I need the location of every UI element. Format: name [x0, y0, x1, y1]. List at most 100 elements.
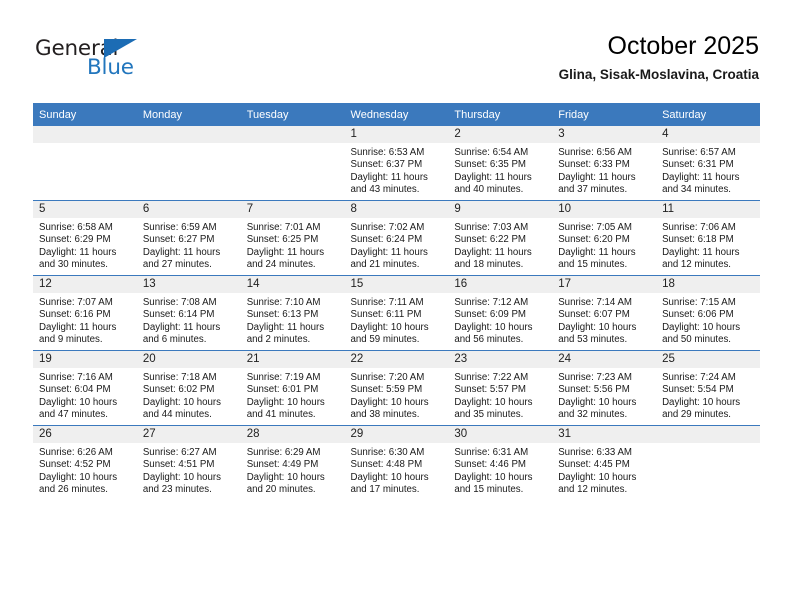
- daylight-text-line1: Daylight: 11 hours: [662, 171, 740, 183]
- day-cell[interactable]: 31 Sunrise: 6:33 AM Sunset: 4:45 PM Dayl…: [552, 425, 657, 500]
- sunrise-text: Sunrise: 6:27 AM: [142, 447, 217, 458]
- daylight-text-line1: Daylight: 10 hours: [662, 321, 741, 333]
- daylight-text-line2: and 30 minutes.: [39, 258, 108, 270]
- sunrise-text: Sunrise: 7:02 AM: [350, 222, 425, 233]
- day-cell[interactable]: 21 Sunrise: 7:19 AM Sunset: 6:01 PM Dayl…: [240, 350, 345, 426]
- sunset-text: Sunset: 6:14 PM: [142, 309, 215, 321]
- day-number: [136, 126, 241, 143]
- day-details: Sunrise: 6:33 AM Sunset: 4:45 PM Dayligh…: [552, 443, 656, 496]
- day-details: Sunrise: 7:16 AM Sunset: 6:04 PM Dayligh…: [33, 368, 137, 421]
- day-number: 11: [656, 201, 760, 218]
- day-cell[interactable]: 10 Sunrise: 7:05 AM Sunset: 6:20 PM Dayl…: [552, 200, 657, 276]
- daylight-text-line2: and 32 minutes.: [558, 408, 628, 420]
- weekday-header-wednesday: Wednesday: [344, 103, 449, 126]
- sunset-text: Sunset: 5:57 PM: [454, 384, 526, 396]
- day-cell[interactable]: 26 Sunrise: 6:26 AM Sunset: 4:52 PM Dayl…: [33, 425, 137, 500]
- day-cell[interactable]: 17 Sunrise: 7:14 AM Sunset: 6:07 PM Dayl…: [552, 275, 657, 351]
- day-number: 23: [448, 351, 553, 368]
- day-cell[interactable]: 12 Sunrise: 7:07 AM Sunset: 6:16 PM Dayl…: [33, 275, 137, 351]
- daylight-text-line2: and 47 minutes.: [39, 408, 108, 420]
- day-number: 24: [552, 351, 657, 368]
- day-cell[interactable]: 29 Sunrise: 6:30 AM Sunset: 4:48 PM Dayl…: [344, 425, 449, 500]
- daylight-text-line2: and 44 minutes.: [142, 408, 212, 420]
- day-number: 7: [240, 201, 345, 218]
- day-cell[interactable]: 14 Sunrise: 7:10 AM Sunset: 6:13 PM Dayl…: [240, 275, 345, 351]
- day-details: Sunrise: 6:57 AM Sunset: 6:31 PM Dayligh…: [656, 143, 760, 196]
- day-details: Sunrise: 7:22 AM Sunset: 5:57 PM Dayligh…: [448, 368, 552, 421]
- day-cell[interactable]: 7 Sunrise: 7:01 AM Sunset: 6:25 PM Dayli…: [240, 200, 345, 276]
- daylight-text-line1: Daylight: 11 hours: [246, 246, 325, 258]
- day-cell[interactable]: 28 Sunrise: 6:29 AM Sunset: 4:49 PM Dayl…: [240, 425, 345, 500]
- daylight-text-line2: and 56 minutes.: [454, 333, 524, 345]
- sunset-text: Sunset: 6:02 PM: [142, 384, 215, 396]
- sunset-text: Sunset: 6:11 PM: [350, 309, 422, 321]
- day-cell[interactable]: [33, 126, 137, 201]
- day-cell[interactable]: [240, 126, 345, 201]
- day-cell[interactable]: 9 Sunrise: 7:03 AM Sunset: 6:22 PM Dayli…: [448, 200, 553, 276]
- day-number: 4: [656, 126, 760, 143]
- day-cell[interactable]: 1 Sunrise: 6:53 AM Sunset: 6:37 PM Dayli…: [344, 126, 449, 201]
- sunset-text: Sunset: 6:29 PM: [39, 234, 111, 246]
- sunset-text: Sunset: 6:04 PM: [39, 384, 111, 396]
- daylight-text-line1: Daylight: 10 hours: [350, 396, 429, 408]
- day-number: 19: [33, 351, 137, 368]
- day-cell[interactable]: 23 Sunrise: 7:22 AM Sunset: 5:57 PM Dayl…: [448, 350, 553, 426]
- day-number: 28: [240, 426, 345, 443]
- sunset-text: Sunset: 6:18 PM: [662, 234, 734, 246]
- day-cell[interactable]: 13 Sunrise: 7:08 AM Sunset: 6:14 PM Dayl…: [136, 275, 241, 351]
- week-row: 19 Sunrise: 7:16 AM Sunset: 6:04 PM Dayl…: [33, 350, 760, 426]
- day-cell[interactable]: 5 Sunrise: 6:58 AM Sunset: 6:29 PM Dayli…: [33, 200, 137, 276]
- daylight-text-line2: and 40 minutes.: [454, 183, 524, 195]
- daylight-text-line1: Daylight: 10 hours: [246, 396, 325, 408]
- day-cell[interactable]: 25 Sunrise: 7:24 AM Sunset: 5:54 PM Dayl…: [656, 350, 760, 426]
- day-cell[interactable]: 4 Sunrise: 6:57 AM Sunset: 6:31 PM Dayli…: [656, 126, 760, 201]
- day-details: [241, 143, 345, 147]
- day-cell[interactable]: 22 Sunrise: 7:20 AM Sunset: 5:59 PM Dayl…: [344, 350, 449, 426]
- day-cell[interactable]: [136, 126, 241, 201]
- daylight-text-line2: and 2 minutes.: [246, 333, 311, 345]
- day-cell[interactable]: 15 Sunrise: 7:11 AM Sunset: 6:11 PM Dayl…: [344, 275, 449, 351]
- sunset-text: Sunset: 6:35 PM: [454, 159, 526, 171]
- day-cell[interactable]: 6 Sunrise: 6:59 AM Sunset: 6:27 PM Dayli…: [136, 200, 241, 276]
- weekday-header-tuesday: Tuesday: [240, 103, 345, 126]
- day-cell[interactable]: 18 Sunrise: 7:15 AM Sunset: 6:06 PM Dayl…: [656, 275, 760, 351]
- daylight-text-line1: Daylight: 11 hours: [454, 171, 532, 183]
- day-details: Sunrise: 7:05 AM Sunset: 6:20 PM Dayligh…: [552, 218, 656, 271]
- day-details: Sunrise: 7:12 AM Sunset: 6:09 PM Dayligh…: [448, 293, 552, 346]
- day-cell[interactable]: 11 Sunrise: 7:06 AM Sunset: 6:18 PM Dayl…: [656, 200, 760, 276]
- week-row: 5 Sunrise: 6:58 AM Sunset: 6:29 PM Dayli…: [33, 200, 760, 276]
- day-cell[interactable]: 8 Sunrise: 7:02 AM Sunset: 6:24 PM Dayli…: [344, 200, 449, 276]
- day-cell[interactable]: [656, 425, 760, 500]
- daylight-text-line1: Daylight: 10 hours: [142, 396, 221, 408]
- daylight-text-line2: and 18 minutes.: [454, 258, 524, 270]
- daylight-text-line1: Daylight: 11 hours: [558, 171, 636, 183]
- day-details: Sunrise: 7:23 AM Sunset: 5:56 PM Dayligh…: [552, 368, 656, 421]
- daylight-text-line2: and 15 minutes.: [558, 258, 628, 270]
- day-details: Sunrise: 7:06 AM Sunset: 6:18 PM Dayligh…: [656, 218, 760, 271]
- day-details: Sunrise: 6:30 AM Sunset: 4:48 PM Dayligh…: [345, 443, 449, 496]
- weekday-header-sunday: Sunday: [33, 103, 137, 126]
- day-cell[interactable]: 24 Sunrise: 7:23 AM Sunset: 5:56 PM Dayl…: [552, 350, 657, 426]
- day-cell[interactable]: 30 Sunrise: 6:31 AM Sunset: 4:46 PM Dayl…: [448, 425, 553, 500]
- sunrise-text: Sunrise: 7:15 AM: [662, 297, 736, 308]
- day-cell[interactable]: 19 Sunrise: 7:16 AM Sunset: 6:04 PM Dayl…: [33, 350, 137, 426]
- day-number: 27: [136, 426, 241, 443]
- day-number: 12: [33, 276, 137, 293]
- day-cell[interactable]: 2 Sunrise: 6:54 AM Sunset: 6:35 PM Dayli…: [448, 126, 553, 201]
- sunset-text: Sunset: 4:48 PM: [350, 459, 423, 471]
- day-cell[interactable]: 20 Sunrise: 7:18 AM Sunset: 6:02 PM Dayl…: [136, 350, 241, 426]
- daylight-text-line2: and 41 minutes.: [246, 408, 316, 420]
- daylight-text-line2: and 9 minutes.: [39, 333, 103, 345]
- day-cell[interactable]: 16 Sunrise: 7:12 AM Sunset: 6:09 PM Dayl…: [448, 275, 553, 351]
- sunset-text: Sunset: 6:24 PM: [350, 234, 423, 246]
- daylight-text-line2: and 6 minutes.: [142, 333, 207, 345]
- day-number: 20: [136, 351, 241, 368]
- daylight-text-line2: and 24 minutes.: [246, 258, 316, 270]
- daylight-text-line2: and 53 minutes.: [558, 333, 628, 345]
- sunset-text: Sunset: 4:46 PM: [454, 459, 526, 471]
- day-number: 1: [344, 126, 449, 143]
- day-number: 13: [136, 276, 241, 293]
- day-details: Sunrise: 7:11 AM Sunset: 6:11 PM Dayligh…: [345, 293, 449, 346]
- day-cell[interactable]: 3 Sunrise: 6:56 AM Sunset: 6:33 PM Dayli…: [552, 126, 657, 201]
- day-cell[interactable]: 27 Sunrise: 6:27 AM Sunset: 4:51 PM Dayl…: [136, 425, 241, 500]
